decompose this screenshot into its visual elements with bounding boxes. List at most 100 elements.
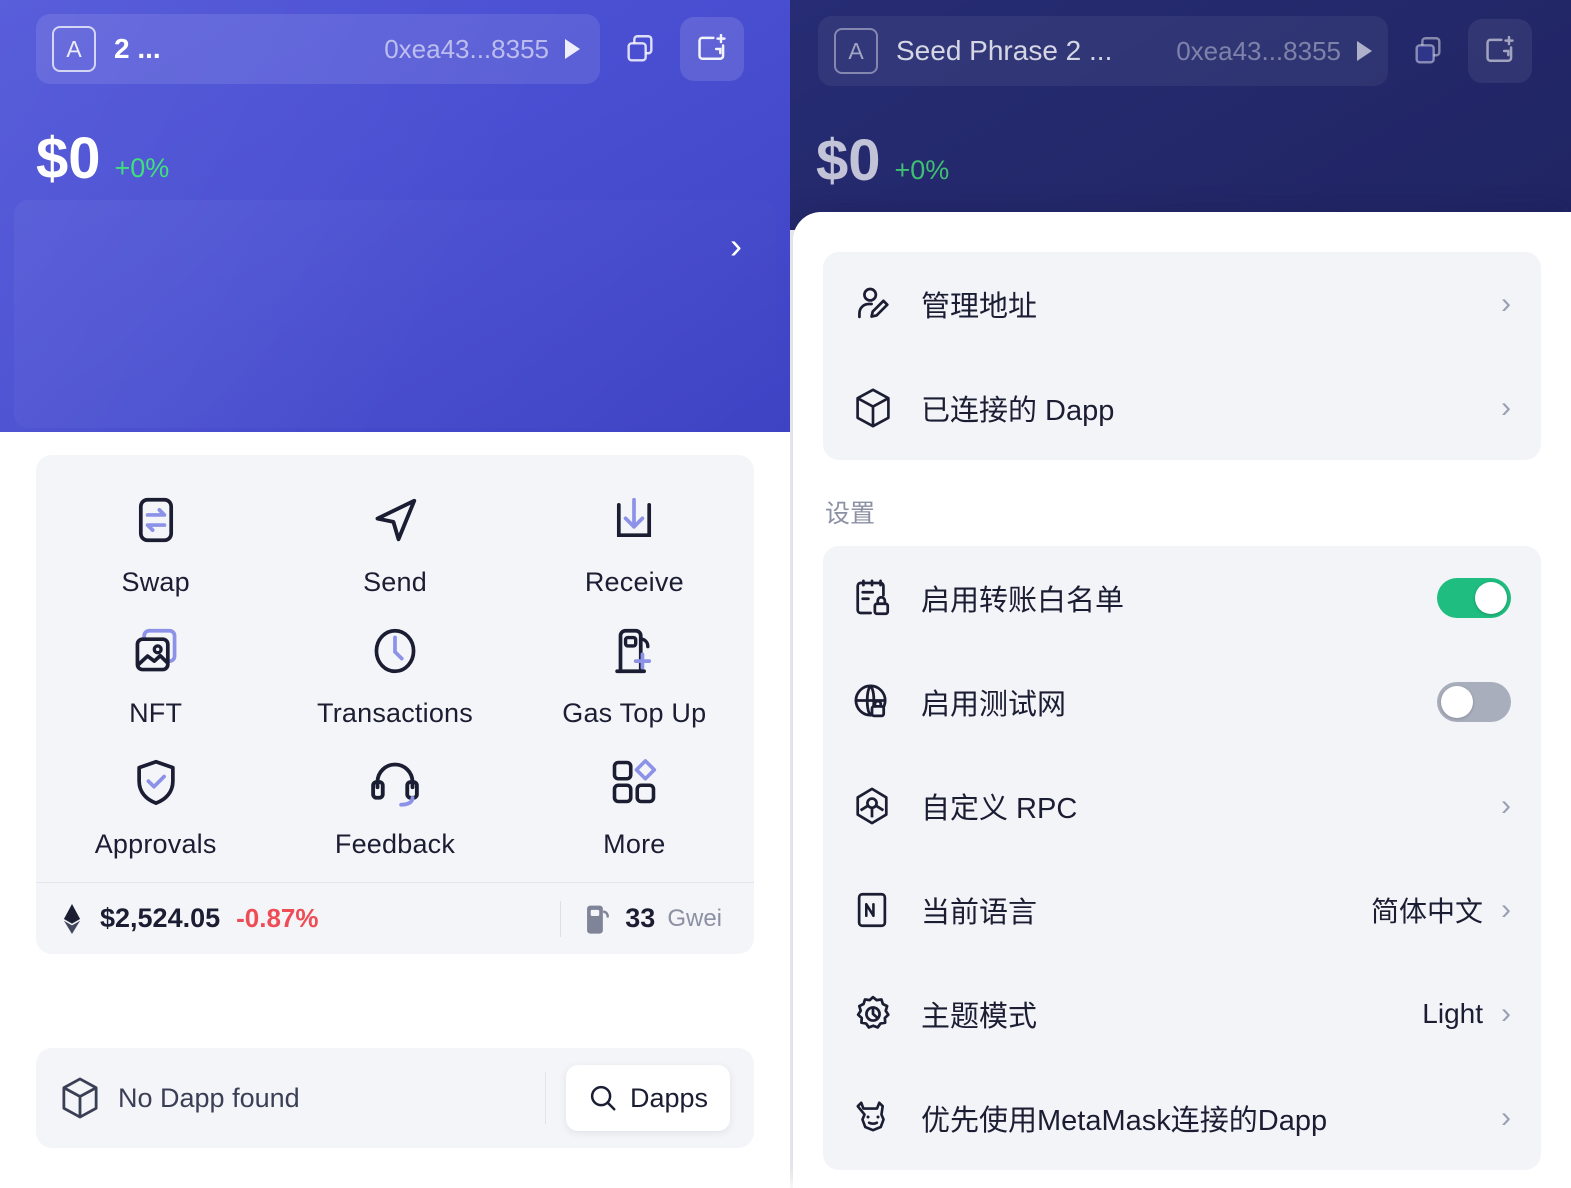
metamask-fox-icon	[853, 1100, 905, 1136]
account-selector[interactable]: A 2 ... 0xea43...8355	[36, 14, 600, 84]
toggle-knob	[1441, 686, 1473, 718]
quick-actions-card: Swap Send Receive NFT Transactions Gas T…	[36, 455, 754, 954]
settings-menu-group: 启用转账白名单 启用测试网 自定义 RPC › 当前语言 简体中文 › 主题模式…	[823, 546, 1541, 1170]
avatar-letter: A	[848, 37, 864, 64]
menu-item-language[interactable]: 当前语言 简体中文 ›	[823, 858, 1541, 962]
wallet-settings-panel: A Seed Phrase 2 ... 0xea43...8355 $0 +0%…	[790, 0, 1571, 1188]
action-feedback[interactable]: Feedback	[275, 751, 514, 860]
action-label: Feedback	[334, 829, 456, 859]
account-menu-group: 管理地址 › 已连接的 Dapp ›	[823, 252, 1541, 460]
toggle-testnet[interactable]	[1437, 682, 1511, 722]
search-icon	[588, 1083, 618, 1113]
menu-item-connected-dapp[interactable]: 已连接的 Dapp ›	[823, 356, 1541, 460]
nft-image-icon	[129, 620, 183, 682]
cube-icon	[60, 1076, 100, 1120]
balance-change: +0%	[114, 153, 170, 183]
globe-lock-icon	[853, 683, 905, 721]
menu-item-label: 启用转账白名单	[921, 585, 1125, 617]
settings-sheet: 管理地址 › 已连接的 Dapp › 设置 启用转账白名单 启用测试网 自定义 …	[793, 212, 1571, 1188]
user-edit-icon	[853, 284, 905, 324]
action-send[interactable]: Send	[275, 489, 514, 598]
chevron-right-icon: ›	[1501, 997, 1511, 1030]
action-swap[interactable]: Swap	[36, 489, 275, 598]
dapp-empty-text: No Dapp found	[118, 1082, 300, 1113]
dapp-status: No Dapp found	[60, 1076, 300, 1120]
send-icon	[367, 489, 423, 551]
menu-item-theme-mode[interactable]: 主题模式 Light ›	[823, 962, 1541, 1066]
add-wallet-button[interactable]	[1468, 19, 1532, 83]
gas-price[interactable]: 33 Gwei	[583, 902, 730, 936]
menu-item-label: 优先使用MetaMask连接的Dapp	[921, 1105, 1328, 1137]
menu-item-label: 启用测试网	[921, 689, 1067, 721]
swap-icon	[129, 489, 183, 551]
account-selector[interactable]: A Seed Phrase 2 ... 0xea43...8355	[818, 16, 1388, 86]
action-label: Transactions	[317, 698, 473, 728]
divider	[560, 900, 562, 937]
action-receive[interactable]: Receive	[515, 489, 754, 598]
play-caret-icon	[565, 39, 580, 59]
action-transactions[interactable]: Transactions	[275, 620, 514, 729]
eth-price-value: $2,524.05	[100, 903, 221, 933]
menu-item-value: 简体中文	[1370, 896, 1483, 927]
balance-amount: $0	[816, 128, 881, 193]
toggle-knob	[1475, 582, 1507, 614]
action-label: Swap	[121, 567, 190, 597]
grid-more-icon	[608, 751, 660, 813]
eth-price-change: -0.87%	[236, 903, 319, 933]
account-header-bar: A Seed Phrase 2 ... 0xea43...8355	[818, 16, 1532, 86]
balance-summary: $0 +0%	[816, 132, 949, 190]
add-wallet-button[interactable]	[680, 17, 744, 81]
account-address: 0xea43...8355	[384, 33, 549, 64]
action-approvals[interactable]: Approvals	[36, 751, 275, 860]
chevron-right-icon: ›	[1501, 789, 1511, 822]
action-gas-top-up[interactable]: Gas Top Up	[515, 620, 754, 729]
play-caret-icon	[1357, 41, 1372, 61]
action-more[interactable]: More	[515, 751, 754, 860]
chevron-right-icon: ›	[1501, 287, 1511, 320]
ethereum-icon	[60, 903, 84, 934]
toggle-transfer-whitelist[interactable]	[1437, 578, 1511, 618]
promo-card[interactable]: ›	[14, 200, 776, 428]
copy-address-button[interactable]	[608, 17, 672, 81]
whitelist-lock-icon	[853, 578, 905, 618]
account-address: 0xea43...8355	[1176, 35, 1341, 66]
clock-icon	[368, 620, 422, 682]
account-name: Seed Phrase 2 ...	[896, 35, 1113, 66]
cube-icon	[853, 387, 905, 429]
balance-amount: $0	[36, 126, 101, 191]
chevron-right-icon: ›	[1501, 893, 1511, 926]
copy-address-button[interactable]	[1396, 19, 1460, 83]
action-label: Gas Top Up	[562, 698, 707, 728]
menu-item-custom-rpc[interactable]: 自定义 RPC ›	[823, 754, 1541, 858]
headset-icon	[367, 751, 423, 813]
dapp-bar: No Dapp found Dapps	[36, 1048, 754, 1148]
menu-item-transfer-whitelist[interactable]: 启用转账白名单	[823, 546, 1541, 650]
chevron-right-icon: ›	[730, 225, 742, 266]
menu-item-label: 主题模式	[921, 1001, 1038, 1033]
account-name: 2 ...	[114, 33, 161, 64]
balance-summary: $0 +0%	[36, 130, 169, 188]
menu-item-prefer-metamask[interactable]: 优先使用MetaMask连接的Dapp ›	[823, 1066, 1541, 1170]
action-label: Send	[363, 567, 427, 597]
dapps-button-label: Dapps	[629, 1082, 708, 1113]
menu-item-label: 管理地址	[921, 291, 1038, 323]
eth-price[interactable]: $2,524.05 -0.87%	[60, 903, 319, 934]
action-label: More	[603, 829, 666, 859]
gas-value: 33	[625, 903, 656, 933]
avatar-letter: A	[66, 35, 82, 62]
action-label: Approvals	[94, 829, 217, 859]
menu-item-label: 自定义 RPC	[921, 793, 1078, 825]
gas-pump-icon	[583, 902, 613, 936]
avatar: A	[52, 26, 96, 72]
dapps-button[interactable]: Dapps	[565, 1065, 730, 1131]
language-en-icon	[853, 890, 905, 930]
copy-icon	[1411, 34, 1445, 68]
menu-item-manage-address[interactable]: 管理地址 ›	[823, 252, 1541, 356]
action-nft[interactable]: NFT	[36, 620, 275, 729]
dual-screenshot-composite: A 2 ... 0xea43...8355 $0 +0% › Swap Send…	[0, 0, 1571, 1188]
receive-icon	[607, 489, 661, 551]
rpc-node-icon	[853, 786, 905, 826]
copy-icon	[623, 32, 657, 66]
menu-item-testnet[interactable]: 启用测试网	[823, 650, 1541, 754]
menu-item-value: Light	[1422, 998, 1483, 1029]
